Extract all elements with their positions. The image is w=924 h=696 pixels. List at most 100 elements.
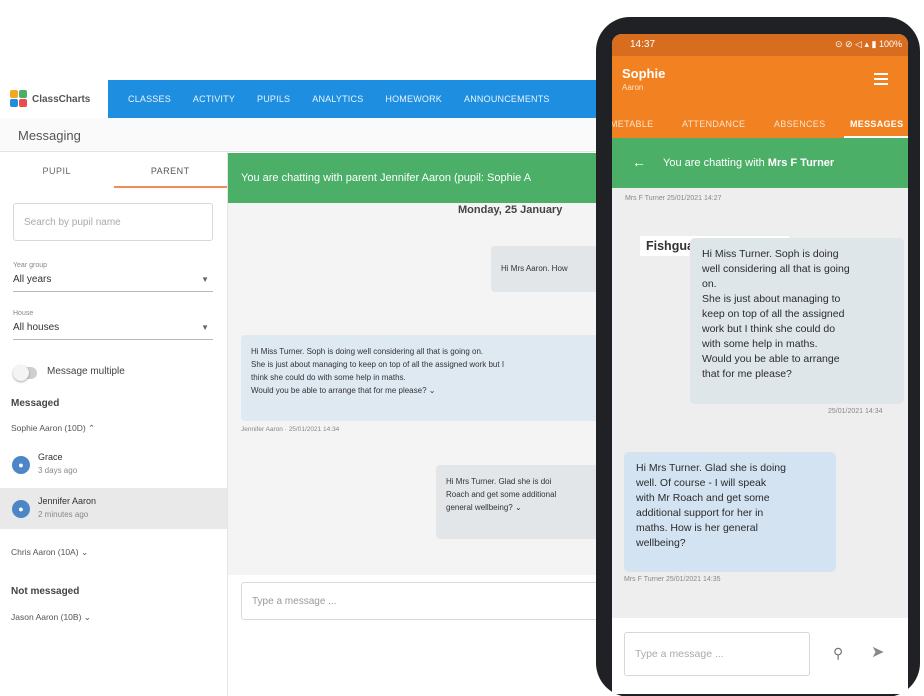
phone-message-input[interactable]: Type a message ... [624,632,810,676]
message-line: Hi Mrs Turner. Glad she is doing [636,462,786,474]
message-line: that for me please? [702,368,792,380]
chevron-down-icon: ⌄ [80,547,89,557]
contact-time: 2 minutes ago [38,510,89,519]
chevron-down-icon[interactable]: ⌄ [515,503,522,512]
phone-tabs: METABLE ATTENDANCE ABSENCES MESSAGES [612,108,908,138]
attachment-icon[interactable]: ⚲ [833,645,843,662]
send-icon[interactable]: ➤ [871,642,884,662]
chat-banner-text: You are chatting with parent Jennifer Aa… [241,172,532,184]
nav-analytics[interactable]: ANALYTICS [312,94,363,104]
nav-classes[interactable]: CLASSES [128,94,171,104]
contact-jennifer-aaron[interactable]: ● Jennifer Aaron 2 minutes ago [0,488,227,529]
nav-activity[interactable]: ACTIVITY [193,94,235,104]
status-icons: ⊙ ⊘ ◁ ▴ ▮ 100% [835,39,902,49]
message-line: Would you be able to arrange [702,353,840,365]
search-placeholder: Search by pupil name [24,217,121,228]
chevron-down-icon: ▼ [201,323,209,332]
group-jason-aaron[interactable]: Jason Aaron (10B) ⌄ [11,612,91,623]
phone-composer: Type a message ... ⚲ ➤ [612,618,908,694]
user-avatar-icon: ● [12,456,30,474]
nav-pupils[interactable]: PUPILS [257,94,290,104]
message-line: additional support for her in [636,507,764,519]
tab-messages[interactable]: MESSAGES [850,119,903,129]
page-header: Messaging [0,118,640,152]
message-line: with some help in maths. [702,338,818,350]
group-sophie-aaron[interactable]: Sophie Aaron (10D) ⌃ [11,423,95,434]
message-line: wellbeing? [636,537,686,549]
message-line: Would you be able to arrange that for me… [251,386,436,395]
group-label: Jason Aaron (10B) [11,612,82,622]
message-bubble-incoming: Hi Mrs Turner. Glad she is doing well. O… [624,452,836,572]
message-multiple-label: Message multiple [47,366,125,377]
nav-homework[interactable]: HOMEWORK [385,94,442,104]
teacher-name: Mrs F Turner [767,157,835,169]
group-label: Sophie Aaron (10D) [11,423,86,433]
house-label: House [13,310,34,317]
message-line: Hi Miss Turner. Soph is doing [702,248,839,260]
menu-icon[interactable] [874,73,888,85]
message-input-placeholder: Type a message ... [252,596,337,607]
phone-screen: 14:37 ⊙ ⊘ ◁ ▴ ▮ 100% Sophie Aaron METABL… [612,34,908,694]
tab-attendance[interactable]: ATTENDANCE [682,119,745,129]
group-label: Chris Aaron (10A) [11,547,79,557]
logo-icon [10,90,28,108]
message-line: Hi Miss Turner. Soph is doing well consi… [251,347,484,356]
app-bar: Sophie Aaron [612,56,908,108]
phone-banner-text: You are chatting with Mrs F Turner [663,157,835,169]
contact-time: 3 days ago [38,466,78,475]
back-arrow-icon[interactable]: ← [632,154,646,170]
message-line: on. [702,278,717,290]
date-divider: Monday, 25 January [458,204,563,216]
phone-chat-thread: Mrs F Turner 25/01/2021 14:27 Fishguard … [612,188,908,618]
message-line: keep on top of all the assigned [702,308,845,320]
messaged-heading: Messaged [11,398,60,409]
user-avatar-icon: ● [12,500,30,518]
message-input[interactable]: Type a message ... [241,582,631,620]
tab-absences[interactable]: ABSENCES [774,119,825,129]
nav-announcements[interactable]: ANNOUNCEMENTS [464,94,550,104]
year-group-select[interactable]: Year group All years ▼ [13,262,213,292]
chevron-down-icon: ▼ [201,275,209,284]
contact-grace[interactable]: ● Grace 3 days ago [0,444,227,485]
house-value: All houses [13,322,60,333]
message-line: She is just about managing to [702,293,841,305]
phone-input-placeholder: Type a message ... [635,648,724,660]
message-bubble-incoming: Hi Miss Turner. Soph is doing well consi… [241,335,601,421]
tab-timetable[interactable]: METABLE [612,119,653,129]
message-line: work but I think she could do [702,323,836,335]
message-line: with Mr Roach and get some [636,492,770,504]
message-multiple-toggle[interactable] [13,365,37,381]
message-bubble-outgoing: Hi Miss Turner. Soph is doing well consi… [690,238,904,404]
chevron-down-icon[interactable]: ⌄ [429,386,436,395]
chevron-up-icon: ⌃ [88,423,96,433]
search-input[interactable]: Search by pupil name [13,203,213,241]
contact-name: Jennifer Aaron [38,496,97,506]
classcharts-logo[interactable]: ClassCharts [0,80,108,118]
message-meta: Jennifer Aaron · 25/01/2021 14:34 [241,426,340,433]
message-line: well. Of course - I will speak [636,477,767,489]
contact-name: Grace [38,452,63,462]
phone-chat-banner: ← You are chatting with Mrs F Turner [612,138,908,188]
chat-thread: Monday, 25 January Hi Mrs Aaron. How Hi … [228,203,641,575]
tab-parent[interactable]: PARENT [113,152,227,188]
recipient-tabs: PUPIL PARENT [0,152,227,188]
message-meta: Mrs F Turner 25/01/2021 14:35 [624,576,721,583]
phone-frame: 14:37 ⊙ ⊘ ◁ ▴ ▮ 100% Sophie Aaron METABL… [596,17,920,696]
group-chris-aaron[interactable]: Chris Aaron (10A) ⌄ [11,547,88,558]
status-time: 14:37 [630,39,656,50]
message-line: She is just about managing to keep on to… [251,360,505,369]
chat-banner: You are chatting with parent Jennifer Aa… [228,153,640,203]
page-title: Messaging [18,128,81,143]
message-meta: Mrs F Turner 25/01/2021 14:27 [625,195,722,202]
pupil-surname: Aaron [622,83,644,92]
logo-text: ClassCharts [32,93,91,105]
main-nav: CLASSES ACTIVITY PUPILS ANALYTICS HOMEWO… [108,80,640,118]
year-group-value: All years [13,274,52,285]
year-group-label: Year group [13,262,47,269]
tab-pupil[interactable]: PUPIL [0,152,114,188]
contacts-panel: PUPIL PARENT Search by pupil name Year g… [0,152,228,696]
message-line: think she could do with some help in mat… [251,373,406,382]
message-meta: 25/01/2021 14:34 [828,408,883,415]
house-select[interactable]: House All houses ▼ [13,310,213,340]
message-line: well considering all that is going [702,263,850,275]
